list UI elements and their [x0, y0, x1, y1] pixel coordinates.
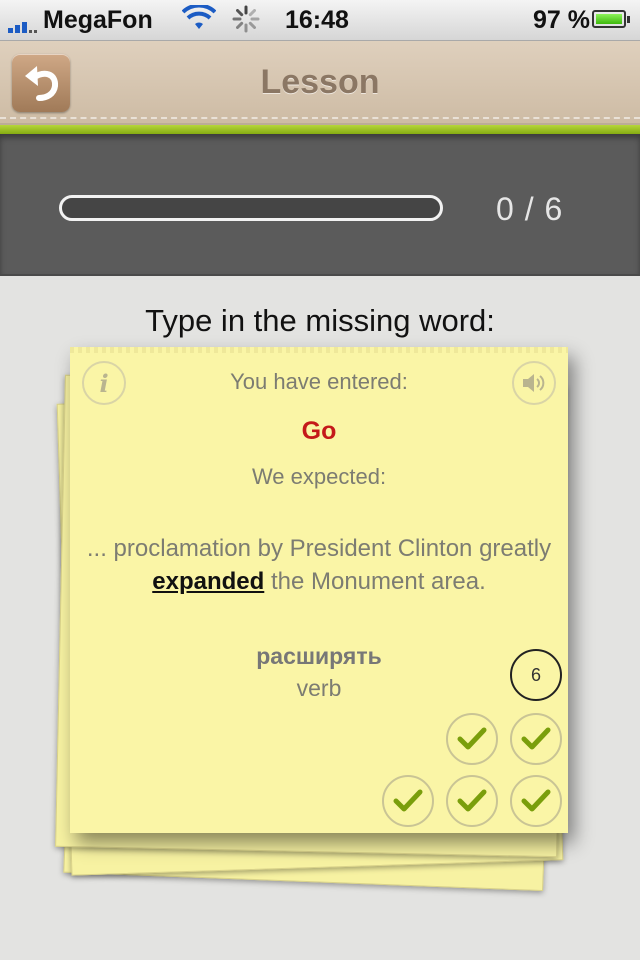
entered-answer: Go	[301, 417, 337, 445]
part-of-speech: verb	[296, 675, 342, 701]
wifi-icon	[181, 3, 217, 38]
activity-spinner-icon	[232, 5, 260, 40]
instruction-text: Type in the missing word:	[145, 303, 495, 338]
check-icon	[382, 775, 434, 827]
translation: расширять	[256, 643, 382, 669]
clock: 16:48	[285, 6, 349, 34]
accent-divider	[0, 125, 640, 134]
entered-label: You have entered:	[230, 369, 408, 394]
check-icon	[510, 775, 562, 827]
expected-word: expanded	[152, 568, 265, 595]
carrier-name: MegaFon	[43, 6, 153, 34]
navigation-bar: Lesson	[0, 41, 640, 125]
example-sentence: ... proclamation by President Clinton gr…	[70, 532, 568, 598]
expected-label: We expected:	[251, 464, 387, 489]
check-icon	[446, 713, 498, 765]
page-title: Lesson	[260, 63, 380, 101]
progress-bar	[59, 195, 443, 221]
progress-count: 0 / 6	[496, 191, 564, 227]
divider	[0, 117, 640, 119]
signal-icon	[8, 15, 37, 33]
sentence-start: ... proclamation by President Clinton gr…	[86, 535, 552, 562]
check-icon	[510, 713, 562, 765]
check-icon	[446, 775, 498, 827]
status-bar: MegaFon 16:48 97 %	[0, 0, 640, 41]
flash-card: i You have entered: Go We expected: ... …	[70, 347, 568, 833]
battery-icon	[592, 10, 630, 28]
card-edge	[70, 347, 568, 353]
carrier-info: MegaFon	[8, 6, 153, 35]
progress-panel: 0 / 6	[0, 134, 640, 276]
repetition-count-badge: 6	[510, 649, 562, 701]
battery-percent: 97 %	[533, 6, 590, 34]
sentence-end: the Monument area.	[264, 568, 486, 595]
